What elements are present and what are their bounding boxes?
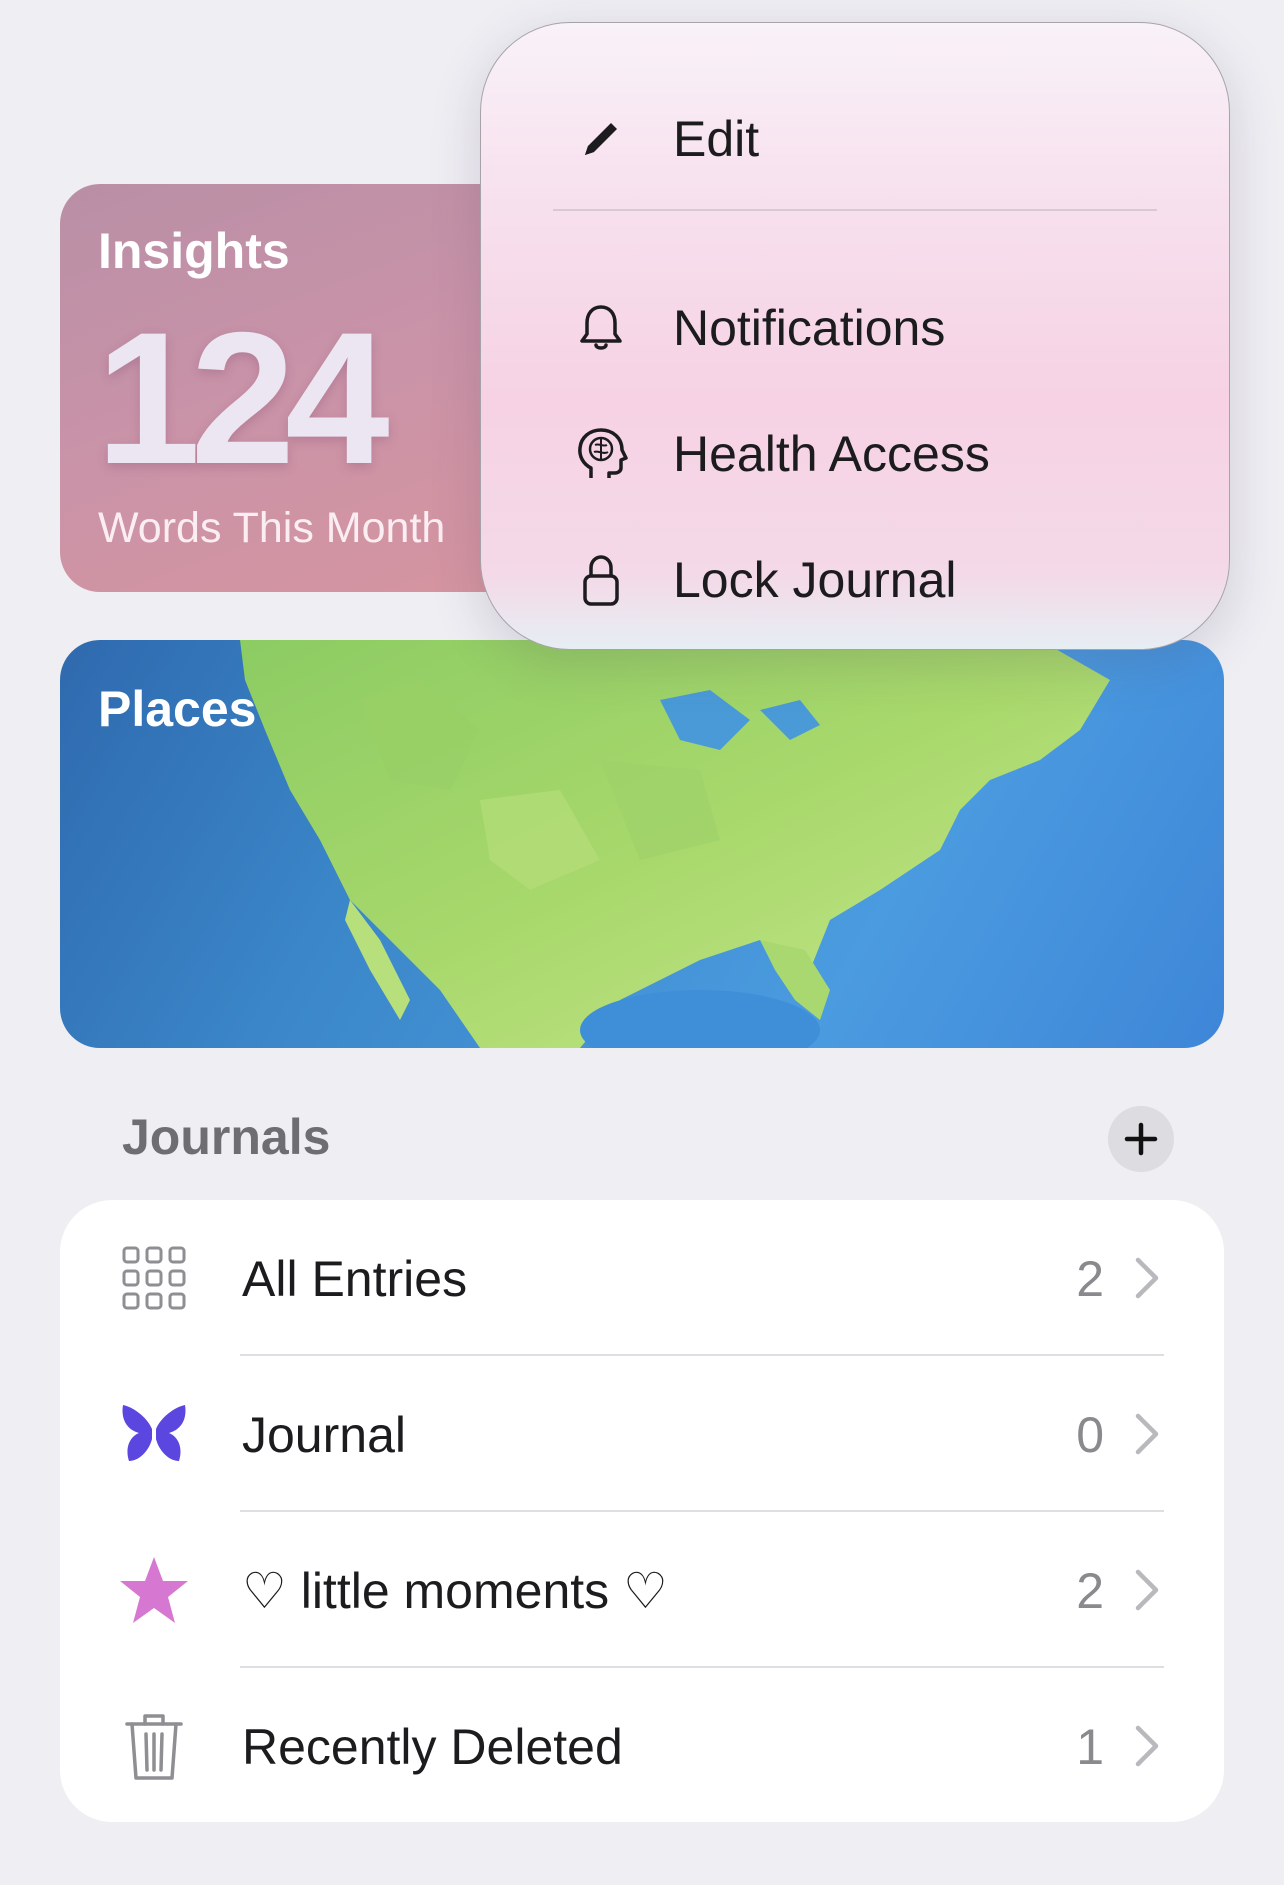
chevron-right-icon: [1135, 1413, 1159, 1455]
insights-caption: Words This Month: [98, 504, 446, 552]
star-icon: [118, 1554, 190, 1626]
entry-count: 2: [1076, 1563, 1104, 1619]
journals-section-title: Journals: [122, 1109, 331, 1165]
places-title: Places: [98, 681, 257, 737]
grid-icon: [118, 1242, 190, 1314]
insights-title: Insights: [98, 223, 290, 279]
chevron-right-icon: [1135, 1725, 1159, 1767]
brain-head-icon: [573, 426, 629, 482]
context-menu: Edit Notifications Health Access Lock Jo…: [480, 22, 1230, 650]
list-item-label: Recently Deleted: [242, 1719, 623, 1775]
add-journal-button[interactable]: [1108, 1106, 1174, 1172]
list-item-label: All Entries: [242, 1251, 468, 1307]
entry-count: 2: [1076, 1251, 1104, 1307]
butterfly-icon: [118, 1398, 190, 1470]
plus-icon: [1124, 1122, 1158, 1156]
menu-item-health-access[interactable]: Health Access: [573, 409, 1173, 499]
list-item-label: ♡ little moments ♡: [242, 1563, 668, 1619]
journals-list: All Entries 2 Journal 0 ♡ little moments…: [60, 1200, 1224, 1822]
chevron-right-icon: [1135, 1569, 1159, 1611]
lock-icon: [573, 552, 629, 608]
list-item-label: Journal: [242, 1407, 406, 1463]
list-item-all-entries[interactable]: All Entries 2: [60, 1200, 1224, 1356]
list-item-little-moments[interactable]: ♡ little moments ♡ 2: [60, 1512, 1224, 1668]
list-item-journal[interactable]: Journal 0: [60, 1356, 1224, 1512]
menu-divider: [553, 209, 1157, 211]
menu-item-notifications[interactable]: Notifications: [573, 283, 1173, 373]
entry-count: 1: [1076, 1719, 1104, 1775]
pencil-icon: [573, 111, 629, 167]
list-item-recently-deleted[interactable]: Recently Deleted 1: [60, 1668, 1224, 1822]
chevron-right-icon: [1135, 1257, 1159, 1299]
menu-item-edit[interactable]: Edit: [573, 94, 1173, 184]
insights-word-count: 124: [96, 293, 390, 503]
menu-item-label: Health Access: [673, 426, 990, 482]
menu-item-lock-journal[interactable]: Lock Journal: [573, 535, 1173, 625]
menu-item-label: Notifications: [673, 300, 946, 356]
places-card[interactable]: Places: [60, 640, 1224, 1048]
menu-item-label: Lock Journal: [673, 552, 957, 608]
bell-icon: [573, 300, 629, 356]
trash-icon: [118, 1710, 190, 1782]
menu-item-label: Edit: [673, 111, 760, 167]
entry-count: 0: [1076, 1407, 1104, 1463]
